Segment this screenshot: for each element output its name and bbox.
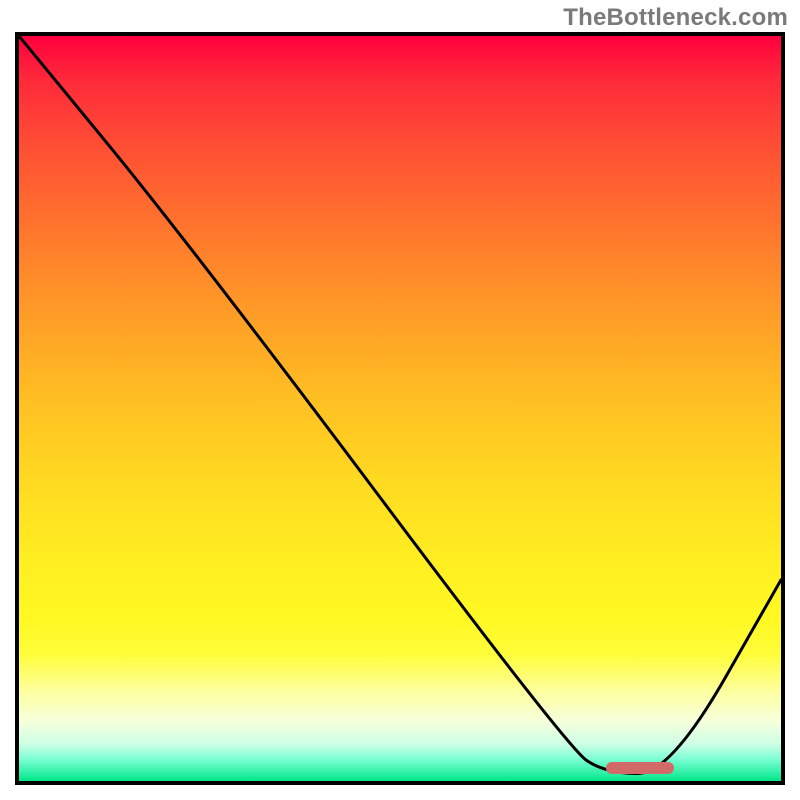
watermark-text: TheBottleneck.com	[563, 4, 788, 32]
optimal-range-marker	[606, 762, 675, 774]
curve-layer	[19, 36, 781, 781]
bottleneck-chart: TheBottleneck.com	[0, 0, 800, 800]
plot-frame	[15, 32, 785, 785]
bottleneck-curve	[19, 36, 781, 774]
